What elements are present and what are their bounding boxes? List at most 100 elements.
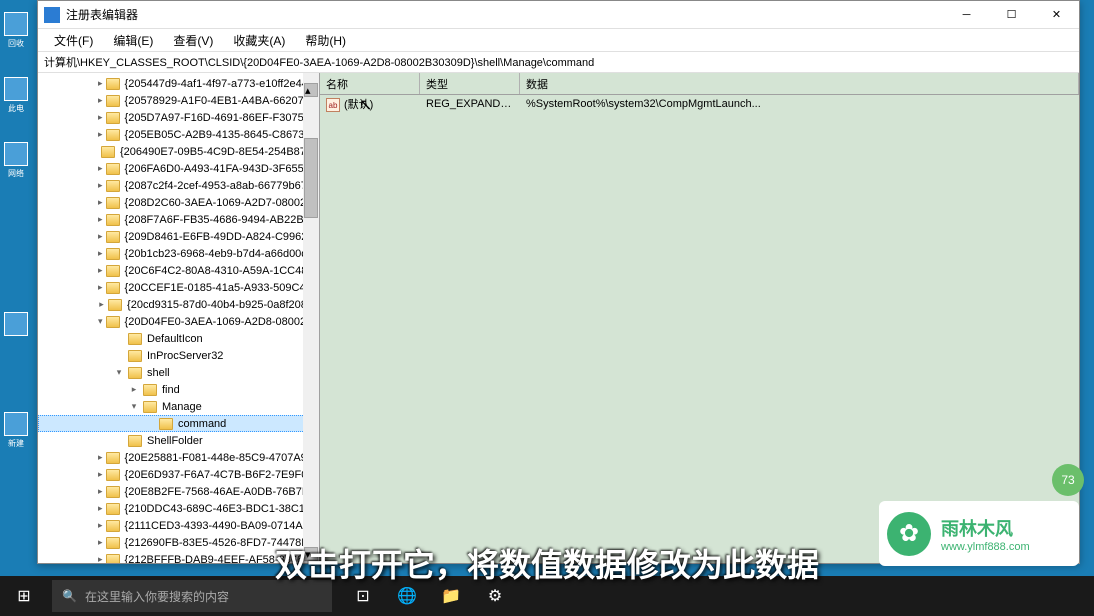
minimize-button[interactable]: ─ — [944, 1, 989, 29]
folder-icon — [106, 282, 120, 294]
expand-icon[interactable]: ▸ — [98, 469, 103, 481]
tree-item[interactable]: ShellFolder — [38, 432, 319, 449]
col-data[interactable]: 数据 — [520, 73, 1079, 94]
collapse-icon[interactable]: ▾ — [113, 367, 125, 379]
desktop-icon[interactable]: 回收 — [2, 10, 30, 50]
tree-item[interactable]: ▸ {205EB05C-A2B9-4135-8645-C8673A7E — [38, 126, 319, 143]
tree-label: {20E25881-F081-448e-85C9-4707A940 — [123, 452, 320, 464]
scroll-thumb[interactable] — [304, 138, 318, 218]
tree-item[interactable]: command — [38, 415, 319, 432]
menu-edit[interactable]: 编辑(E) — [103, 30, 163, 51]
expand-icon[interactable]: ▸ — [98, 214, 103, 226]
expand-icon[interactable]: ▸ — [98, 95, 103, 107]
tree-item[interactable]: ▸{20578929-A1F0-4EB1-A4BA-66207291 — [38, 92, 319, 109]
menu-bar: 文件(F) 编辑(E) 查看(V) 收藏夹(A) 帮助(H) — [38, 29, 1079, 51]
folder-icon — [106, 486, 120, 498]
tree-item[interactable]: ▸{2087c2f4-2cef-4953-a8ab-66779b670 — [38, 177, 319, 194]
watermark-icon: ✿ — [887, 512, 931, 556]
expand-icon[interactable]: ▸ — [98, 78, 103, 90]
desktop-icon[interactable]: 网络 — [2, 140, 30, 180]
tree-item[interactable]: ▸find — [38, 381, 319, 398]
expand-icon[interactable]: ▸ — [98, 282, 103, 294]
tree-item[interactable]: InProcServer32 — [38, 347, 319, 364]
scroll-up-button[interactable]: ▴ — [304, 83, 318, 97]
folder-icon — [128, 350, 142, 362]
tree-item[interactable]: ▸ {20CCEF1E-0185-41a5-A933-509C43B5 — [38, 279, 319, 296]
expand-icon[interactable]: ▸ — [98, 197, 103, 209]
desktop-icon[interactable]: 新建 — [2, 410, 30, 450]
collapse-icon[interactable]: ▾ — [128, 401, 140, 413]
tree-label: {20E6D937-F6A7-4C7B-B6F2-7E9F0AF817 — [123, 469, 320, 481]
address-bar[interactable]: 计算机\HKEY_CLASSES_ROOT\CLSID\{20D04FE0-3A… — [38, 51, 1079, 73]
expand-icon[interactable]: ▸ — [98, 486, 103, 498]
tree-label: {20CCEF1E-0185-41a5-A933-509C43B5 — [123, 282, 320, 294]
folder-icon — [101, 146, 115, 158]
desktop-icon[interactable]: 此电 — [2, 75, 30, 115]
expand-icon[interactable]: ▸ — [98, 248, 103, 260]
expand-icon[interactable]: ▸ — [98, 554, 103, 564]
expand-icon[interactable]: ▸ — [98, 520, 103, 532]
tree-item[interactable]: ▸ {205447d9-4af1-4f97-a773-e10ff2e44e — [38, 75, 319, 92]
tree-item[interactable]: ▸{208F7A6F-FB35-4686-9494-AB22B7B2 — [38, 211, 319, 228]
expand-icon[interactable]: ▸ — [98, 503, 103, 515]
tree-label: {205447d9-4af1-4f97-a773-e10ff2e44e — [123, 78, 316, 90]
tree-item[interactable]: ▸ {20E6D937-F6A7-4C7B-B6F2-7E9F0AF817 — [38, 466, 319, 483]
menu-favorites[interactable]: 收藏夹(A) — [223, 30, 295, 51]
tree-item[interactable]: ▾{20D04FE0-3AEA-1069-A2D8-08002B3 — [38, 313, 319, 330]
tree-label: {20b1cb23-6968-4eb9-b7d4-a66d00d0 — [123, 248, 316, 260]
tree-scrollbar[interactable]: ▴ ▾ — [303, 73, 319, 563]
tree-item[interactable]: DefaultIcon — [38, 330, 319, 347]
tree-item[interactable]: ▸{205D7A97-F16D-4691-86EF-F3075DCC — [38, 109, 319, 126]
maximize-button[interactable]: ☐ — [989, 1, 1034, 29]
value-data-cell: %SystemRoot%\system32\CompMgmtLaunch... — [520, 97, 1079, 111]
tree-item[interactable]: ▸ {20E25881-F081-448e-85C9-4707A940 — [38, 449, 319, 466]
menu-help[interactable]: 帮助(H) — [295, 30, 356, 51]
tree-panel[interactable]: ▸{205447d9-4af1-4f97-a773-e10ff2e44e▸{20… — [38, 73, 320, 563]
tree-label: shell — [145, 367, 172, 379]
expand-icon[interactable]: ▸ — [98, 129, 103, 141]
expand-icon[interactable]: ▸ — [128, 384, 140, 396]
folder-icon — [106, 197, 120, 209]
col-type[interactable]: 类型 — [420, 73, 520, 94]
tree-item[interactable]: ▸ {20b1cb23-6968-4eb9-b7d4-a66d00d0 — [38, 245, 319, 262]
tree-item[interactable]: ▸{209D8461-E6FB-49DD-A824-C9962A9 — [38, 228, 319, 245]
badge: 73 — [1052, 464, 1084, 496]
watermark: ✿ 雨林木风 www.ylmf888.com — [879, 501, 1079, 566]
search-icon: 🔍 — [62, 589, 77, 603]
menu-view[interactable]: 查看(V) — [163, 30, 223, 51]
tree-item[interactable]: ▸{20E8B2FE-7568-46AE-A0DB-76B7F46 — [38, 483, 319, 500]
expand-icon[interactable]: ▸ — [98, 112, 103, 124]
expand-icon[interactable]: ▸ — [98, 299, 105, 311]
tree-item[interactable]: ▸{20cd9315-87d0-40b4-b925-0a8f208e — [38, 296, 319, 313]
expand-icon[interactable]: ▸ — [98, 265, 103, 277]
tree-item[interactable]: ▾Manage — [38, 398, 319, 415]
registry-value-row[interactable]: ab(默认)REG_EXPAND_SZ%SystemRoot%\system32… — [320, 95, 1079, 113]
expand-icon[interactable]: ▸ — [98, 452, 103, 464]
expand-icon[interactable]: ▸ — [98, 537, 103, 549]
folder-icon — [143, 384, 157, 396]
desktop-icon[interactable] — [2, 305, 30, 345]
tree-item[interactable]: ▸{208D2C60-3AEA-1069-A2D7-08002B3 — [38, 194, 319, 211]
start-button[interactable]: ⊞ — [0, 576, 48, 616]
menu-file[interactable]: 文件(F) — [44, 30, 103, 51]
col-name[interactable]: 名称 — [320, 73, 420, 94]
expand-icon[interactable]: ▸ — [98, 180, 103, 192]
tree-label: {205EB05C-A2B9-4135-8645-C8673A7E — [123, 129, 320, 141]
list-header: 名称 类型 数据 — [320, 73, 1079, 95]
tree-item[interactable]: ▸{206FA6D0-A493-41FA-943D-3F655088 — [38, 160, 319, 177]
expand-icon[interactable]: ▸ — [98, 163, 103, 175]
folder-icon — [106, 112, 120, 124]
collapse-icon[interactable]: ▾ — [98, 316, 103, 328]
no-expand — [113, 333, 125, 345]
no-expand — [113, 350, 125, 362]
tree-item[interactable]: ▸{210DDC43-689C-46E3-BDC1-38C16C8 — [38, 500, 319, 517]
expand-icon[interactable]: ▸ — [98, 231, 103, 243]
folder-icon — [143, 401, 157, 413]
folder-icon — [106, 554, 120, 564]
folder-icon — [106, 316, 120, 328]
tree-item[interactable]: ▾ shell — [38, 364, 319, 381]
tree-item[interactable]: ▸{20C6F4C2-80A8-4310-A59A-1CC4873 — [38, 262, 319, 279]
tree-item[interactable]: {206490E7-09B5-4C9D-8E54-254B87A5 — [38, 143, 319, 160]
tree-item[interactable]: ▸{2111CED3-4393-4490-BA09-0714A7C — [38, 517, 319, 534]
close-button[interactable]: ✕ — [1034, 1, 1079, 29]
